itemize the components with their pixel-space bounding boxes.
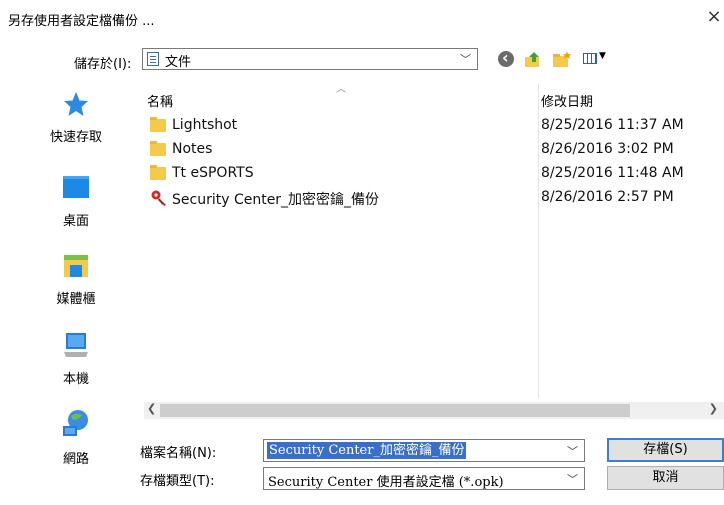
save-in-dropdown[interactable]: 文件 ﹀ bbox=[142, 48, 478, 70]
desktop-icon bbox=[63, 176, 89, 198]
sidebar-item-libraries[interactable]: 媒體櫃 bbox=[38, 250, 114, 307]
folder-icon bbox=[150, 141, 166, 156]
file-name: Security Center_加密密鑰_備份 bbox=[172, 192, 380, 208]
sidebar-item-quick-access[interactable]: 快速存取 bbox=[38, 90, 114, 145]
sidebar-item-label: 快速存取 bbox=[49, 130, 102, 145]
file-modified: 8/26/2016 3:02 PM bbox=[541, 141, 674, 157]
scrollbar-thumb[interactable] bbox=[160, 404, 630, 417]
folder-icon bbox=[150, 117, 166, 132]
file-modified: 8/25/2016 11:37 AM bbox=[541, 117, 684, 133]
column-header-modified[interactable]: 修改日期 bbox=[541, 91, 593, 110]
sidebar-item-label: 桌面 bbox=[62, 214, 89, 229]
save-in-label: 儲存於(I): bbox=[74, 57, 132, 72]
sort-ascending-icon: ︿ bbox=[336, 84, 346, 95]
file-name: Notes bbox=[172, 141, 213, 157]
sidebar-item-desktop[interactable]: 桌面 bbox=[38, 172, 114, 229]
horizontal-scrollbar[interactable]: ❮ ❯ bbox=[144, 402, 724, 419]
file-row[interactable]: Lightshot 8/25/2016 11:37 AM bbox=[150, 115, 710, 137]
filename-value: Security Center_加密密鑰_備份 bbox=[267, 442, 467, 459]
document-folder-icon bbox=[147, 52, 159, 66]
new-folder-icon bbox=[553, 51, 571, 67]
file-modified: 8/25/2016 11:48 AM bbox=[541, 165, 684, 181]
dialog-title: 另存使用者設定檔備份 ... bbox=[8, 14, 155, 29]
sidebar-item-label: 本機 bbox=[62, 372, 89, 387]
save-button[interactable]: 存檔(S) bbox=[607, 438, 724, 462]
sidebar-item-this-pc[interactable]: 本機 bbox=[38, 330, 114, 387]
library-icon bbox=[64, 255, 88, 277]
chevron-down-icon: ﹀ bbox=[460, 53, 471, 66]
chevron-down-icon: ﹀ bbox=[567, 473, 578, 486]
view-grid-icon bbox=[583, 53, 597, 64]
scroll-left-arrow-icon[interactable]: ❮ bbox=[147, 402, 156, 415]
star-icon bbox=[64, 92, 88, 116]
scroll-right-arrow-icon[interactable]: ❯ bbox=[709, 402, 718, 415]
close-button[interactable]: × bbox=[706, 6, 722, 27]
chevron-down-icon[interactable]: ﹀ bbox=[567, 443, 578, 459]
up-folder-button[interactable] bbox=[524, 50, 542, 68]
cancel-button[interactable]: 取消 bbox=[607, 466, 724, 490]
filename-input[interactable]: Security Center_加密密鑰_備份 ﹀ bbox=[263, 439, 585, 462]
key-icon bbox=[151, 190, 166, 206]
save-in-value: 文件 bbox=[165, 55, 192, 70]
sidebar-item-label: 媒體櫃 bbox=[56, 292, 96, 307]
dropdown-arrow-icon: ▼ bbox=[599, 51, 606, 61]
file-name: Tt eSPORTS bbox=[172, 165, 254, 181]
file-name: Lightshot bbox=[172, 117, 238, 133]
file-row[interactable]: Notes 8/26/2016 3:02 PM bbox=[150, 139, 710, 161]
folder-icon bbox=[150, 165, 166, 180]
computer-icon bbox=[64, 333, 88, 357]
new-folder-button[interactable] bbox=[552, 50, 571, 68]
file-row[interactable]: Security Center_加密密鑰_備份 8/26/2016 2:57 P… bbox=[150, 187, 710, 209]
column-header-name[interactable]: 名稱 bbox=[147, 91, 173, 110]
network-icon bbox=[63, 410, 88, 436]
filetype-label: 存檔類型(T): bbox=[140, 474, 215, 489]
up-folder-icon bbox=[525, 52, 539, 67]
sidebar-item-network[interactable]: 網路 bbox=[38, 408, 114, 467]
filename-label: 檔案名稱(N): bbox=[140, 446, 217, 461]
view-menu-button[interactable]: ▼ bbox=[583, 50, 606, 68]
filetype-select[interactable]: Security Center 使用者設定檔 (*.opk) ﹀ bbox=[263, 467, 585, 490]
file-modified: 8/26/2016 2:57 PM bbox=[541, 189, 674, 205]
sidebar-item-label: 網路 bbox=[62, 452, 89, 467]
back-button[interactable] bbox=[498, 48, 514, 67]
file-row[interactable]: Tt eSPORTS 8/25/2016 11:48 AM bbox=[150, 163, 710, 185]
filetype-value: Security Center 使用者設定檔 (*.opk) bbox=[268, 475, 504, 490]
